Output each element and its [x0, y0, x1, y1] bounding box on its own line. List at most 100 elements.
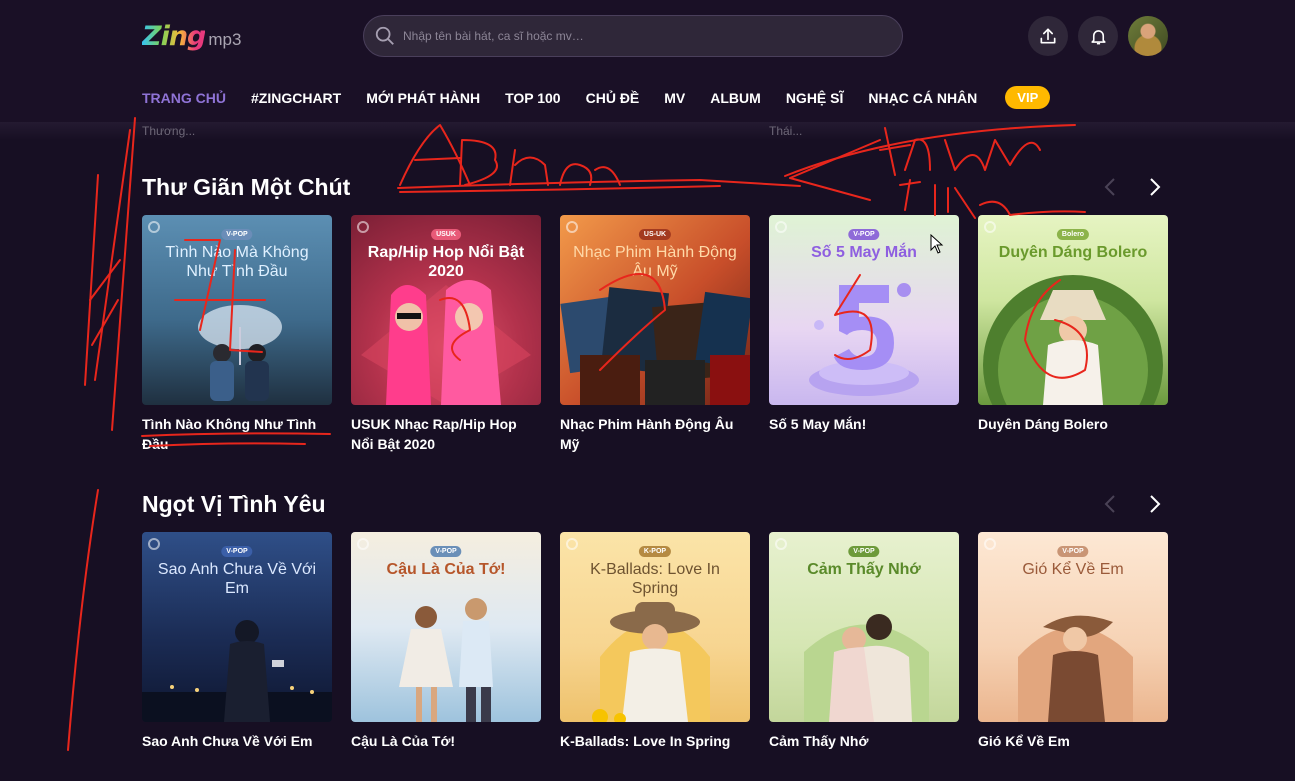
peek-text-left: Thương...	[142, 124, 196, 138]
section-title: Thư Giãn Một Chút	[142, 174, 351, 200]
thumbnail-title: Nhạc Phim Hành Động Âu Mỹ	[573, 244, 737, 280]
upload-button[interactable]	[1028, 16, 1068, 56]
playlist-title[interactable]: Nhạc Phim Hành Động Âu Mỹ	[560, 414, 750, 454]
globe-icon	[566, 538, 578, 550]
globe-icon	[775, 538, 787, 550]
woman-hat-illustration	[592, 602, 710, 722]
movie-posters-illustration	[560, 287, 750, 405]
playlist-card[interactable]: V-POP Sao Anh Chưa Về Với Em Sao Anh Chư…	[142, 532, 332, 751]
playlist-thumbnail[interactable]: V-POP Tình Nào Mà Không Như Tình Đầu	[142, 215, 332, 405]
woman-illustration	[983, 275, 1163, 405]
globe-icon	[357, 538, 369, 550]
bell-icon	[1090, 29, 1106, 44]
playlist-title[interactable]: USUK Nhạc Rap/Hip Hop Nổi Bật 2020	[351, 414, 541, 454]
girl-city-illustration	[142, 620, 332, 722]
globe-icon	[566, 221, 578, 233]
playlist-thumbnail[interactable]: V-POP Gió Kể Về Em	[978, 532, 1168, 722]
upload-icon	[1040, 28, 1056, 44]
vip-button[interactable]: VIP	[1005, 86, 1051, 109]
chevron-right-icon	[1150, 178, 1161, 196]
genre-tag: V-POP	[1057, 546, 1089, 557]
globe-icon	[775, 221, 787, 233]
nav-item-personal[interactable]: NHẠC CÁ NHÂN	[868, 90, 977, 106]
header: Zing mp3 TRANG CHỦ #ZINGCHART MỚI PHÁT H…	[0, 0, 1295, 122]
nav-item-topics[interactable]: CHỦ ĐỀ	[586, 90, 640, 106]
thumbnail-title: Cậu Là Của Tớ!	[386, 561, 506, 578]
nav-item-zingchart[interactable]: #ZINGCHART	[251, 90, 341, 106]
playlist-card[interactable]: V-POP Cảm Thấy Nhớ Cảm Thấy Nhớ	[769, 532, 959, 751]
notification-button[interactable]	[1078, 16, 1118, 56]
nav-item-home[interactable]: TRANG CHỦ	[142, 90, 226, 106]
search-icon	[375, 26, 394, 45]
peek-text-right: Thái...	[769, 124, 803, 138]
nav-item-artists[interactable]: NGHỆ SĨ	[786, 90, 844, 106]
genre-tag: Bolero	[1056, 229, 1090, 240]
avatar[interactable]	[1128, 16, 1168, 56]
chevron-left-icon	[1104, 178, 1115, 196]
couple-hug-illustration	[804, 614, 929, 722]
chevron-right-icon	[1150, 495, 1161, 513]
artists-illustration	[361, 280, 531, 405]
number-five-illustration	[809, 283, 919, 396]
mouse-cursor-icon	[930, 234, 944, 254]
genre-tag: V-POP	[848, 546, 880, 557]
prev-button[interactable]	[1100, 494, 1120, 514]
chevron-left-icon	[1104, 495, 1115, 513]
playlist-thumbnail[interactable]: V-POP Cảm Thấy Nhớ	[769, 532, 959, 722]
globe-icon	[357, 221, 369, 233]
nav-item-mv[interactable]: MV	[664, 90, 685, 106]
globe-icon	[984, 221, 996, 233]
couple-illustration	[198, 305, 282, 401]
genre-tag: US-UK	[638, 229, 672, 240]
playlist-title[interactable]: Sao Anh Chưa Về Với Em	[142, 731, 332, 751]
genre-tag: USUK	[431, 229, 461, 240]
search-input[interactable]	[403, 29, 883, 43]
thumbnail-title: Duyên Dáng Bolero	[998, 244, 1148, 261]
thumbnail-title: Sao Anh Chưa Về Với Em	[157, 561, 317, 597]
couple-beach-illustration	[399, 598, 493, 722]
playlist-card[interactable]: V-POP Cậu Là Của Tớ! Cậu Là Của Tớ!	[351, 532, 541, 751]
globe-icon	[148, 221, 160, 233]
thumbnail-title: Tình Nào Mà Không Như Tình Đầu	[165, 244, 309, 280]
playlist-card[interactable]: K-POP K-Ballads: Love In Spring K-Ballad…	[560, 532, 750, 751]
playlist-title[interactable]: Cảm Thấy Nhớ	[769, 731, 959, 751]
playlist-thumbnail[interactable]: V-POP Cậu Là Của Tớ!	[351, 532, 541, 722]
genre-tag: V-POP	[848, 229, 880, 240]
playlist-thumbnail[interactable]: USUK Rap/Hip Hop Nổi Bật 2020	[351, 215, 541, 405]
playlist-title[interactable]: Số 5 May Mắn!	[769, 414, 959, 434]
nav-item-top100[interactable]: TOP 100	[505, 90, 561, 106]
genre-tag: V-POP	[221, 229, 253, 240]
logo-suffix: mp3	[208, 30, 242, 49]
playlist-title[interactable]: Duyên Dáng Bolero	[978, 414, 1168, 434]
playlist-card[interactable]: US-UK Nhạc Phim Hành Động Âu Mỹ Nhạc Phi…	[560, 215, 750, 454]
search-box[interactable]	[363, 15, 903, 57]
globe-icon	[984, 538, 996, 550]
playlist-thumbnail[interactable]: V-POP Sao Anh Chưa Về Với Em	[142, 532, 332, 722]
thumbnail-title: Cảm Thấy Nhớ	[807, 561, 921, 578]
section-title: Ngọt Vị Tình Yêu	[142, 491, 326, 517]
woman-wind-illustration	[1018, 615, 1133, 722]
thumbnail-title: K-Ballads: Love In Spring	[590, 561, 720, 597]
playlist-card[interactable]: V-POP Gió Kể Về Em Gió Kể Về Em	[978, 532, 1168, 751]
logo[interactable]: Zing mp3	[142, 18, 241, 52]
playlist-thumbnail[interactable]: Bolero Duyên Dáng Bolero	[978, 215, 1168, 405]
next-button[interactable]	[1145, 494, 1165, 514]
playlist-title[interactable]: K-Ballads: Love In Spring	[560, 731, 750, 751]
nav-item-album[interactable]: ALBUM	[710, 90, 761, 106]
main-nav: TRANG CHỦ #ZINGCHART MỚI PHÁT HÀNH TOP 1…	[142, 86, 1051, 109]
playlist-title[interactable]: Tình Nào Không Như Tình Đầu	[142, 414, 332, 454]
prev-button[interactable]	[1100, 177, 1120, 197]
genre-tag: V-POP	[221, 546, 253, 557]
playlist-card[interactable]: Bolero Duyên Dáng Bolero Duyên Dáng Bole…	[978, 215, 1168, 434]
playlist-title[interactable]: Cậu Là Của Tớ!	[351, 731, 541, 751]
playlist-card[interactable]: USUK Rap/Hip Hop Nổi Bật 2020 USUK Nhạc …	[351, 215, 541, 454]
playlist-thumbnail[interactable]: US-UK Nhạc Phim Hành Động Âu Mỹ	[560, 215, 750, 405]
playlist-title[interactable]: Gió Kể Về Em	[978, 731, 1168, 751]
playlist-card[interactable]: V-POP Tình Nào Mà Không Như Tình Đầu Tìn…	[142, 215, 332, 454]
nav-item-new-release[interactable]: MỚI PHÁT HÀNH	[366, 90, 480, 106]
logo-brand: Zing	[142, 21, 206, 52]
playlist-thumbnail[interactable]: K-POP K-Ballads: Love In Spring	[560, 532, 750, 722]
genre-tag: V-POP	[430, 546, 462, 557]
thumbnail-title: Gió Kể Về Em	[1022, 561, 1124, 578]
next-button[interactable]	[1145, 177, 1165, 197]
